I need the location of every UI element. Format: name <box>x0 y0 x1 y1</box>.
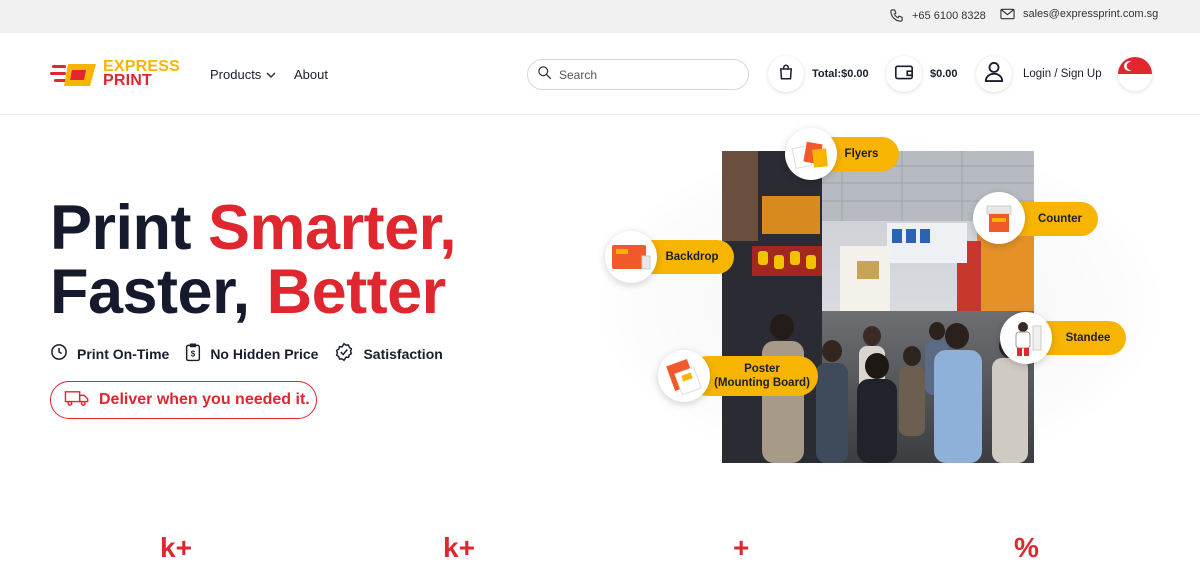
logo-word-print: PRINT <box>103 72 152 89</box>
shopping-bag-icon <box>777 63 795 86</box>
account-button[interactable] <box>976 56 1012 92</box>
cart-button[interactable] <box>768 56 804 92</box>
email-contact[interactable]: sales@expressprint.com.sg <box>1000 8 1158 20</box>
stat-customers-suffix: k+ <box>443 532 475 563</box>
feature-no-hidden-price: $ No Hidden Price <box>185 342 319 365</box>
logo-mark-icon <box>50 64 96 86</box>
wallet-amount[interactable]: $0.00 <box>930 68 958 80</box>
tag-backdrop-label: Backdrop <box>665 251 719 263</box>
feature-satisfaction: Satisfaction <box>334 342 443 365</box>
login-signup-link[interactable]: Login / Sign Up <box>1023 68 1102 80</box>
search-icon <box>537 65 552 85</box>
wallet-icon <box>894 63 914 86</box>
top-contact-bar: +65 6100 8328 sales@expressprint.com.sg <box>0 0 1200 33</box>
delivery-text: Deliver when you needed it. <box>99 391 310 408</box>
stat-satisfaction-suffix: % <box>1014 532 1039 563</box>
cart-total[interactable]: Total:$0.00 <box>812 68 869 80</box>
site-header: EXPRESS PRINT Products About Total:$0.00… <box>0 33 1200 115</box>
nav-products-label: Products <box>210 67 262 82</box>
feature-print-on-time: Print On-Time <box>50 343 169 364</box>
mail-icon <box>1000 8 1015 20</box>
backdrop-thumbnail-icon <box>605 231 657 283</box>
search-input[interactable] <box>559 67 729 82</box>
wallet-button[interactable] <box>886 56 922 92</box>
phone-contact[interactable]: +65 6100 8328 <box>889 8 986 23</box>
headline-print: Print <box>50 193 209 263</box>
express-print-logo[interactable]: EXPRESS PRINT <box>50 58 185 90</box>
phone-number: +65 6100 8328 <box>912 9 986 22</box>
verified-badge-icon <box>334 342 354 365</box>
chevron-down-icon <box>266 67 276 82</box>
feature-label: Print On-Time <box>77 345 170 362</box>
standee-thumbnail-icon <box>1000 312 1052 364</box>
delivery-truck-icon <box>64 390 90 411</box>
headline-better: Better <box>266 257 447 327</box>
tag-flyers-label: Flyers <box>844 148 879 160</box>
flyers-thumbnail-icon <box>785 128 837 180</box>
singapore-flag-icon[interactable] <box>1118 57 1152 91</box>
poster-thumbnail-icon <box>658 350 710 402</box>
email-address: sales@expressprint.com.sg <box>1023 8 1159 20</box>
nav-products[interactable]: Products <box>210 67 276 82</box>
headline-smarter: Smarter, <box>208 193 457 263</box>
feature-label: No Hidden Price <box>210 345 319 362</box>
phone-icon <box>889 8 904 23</box>
tag-poster-sublabel: (Mounting Board) <box>714 377 810 389</box>
nav-about[interactable]: About <box>294 67 328 82</box>
user-icon <box>984 61 1004 88</box>
headline-faster: Faster, <box>50 257 267 327</box>
feature-list: Print On-Time $ No Hidden Price Satisfac… <box>50 342 459 365</box>
search-bar[interactable] <box>527 59 749 90</box>
price-tag-icon: $ <box>185 342 201 365</box>
tag-poster-label: Poster <box>744 363 780 375</box>
feature-label: Satisfaction <box>363 345 443 362</box>
nav-about-label: About <box>294 67 328 82</box>
delivery-badge: Deliver when you needed it. <box>50 381 317 419</box>
svg-text:$: $ <box>191 349 196 358</box>
stat-products-suffix: + <box>733 532 750 563</box>
tag-counter-label: Counter <box>1037 213 1083 225</box>
hero-headline: Print Smarter, Faster, Better <box>50 193 457 327</box>
tag-standee-label: Standee <box>1065 332 1111 344</box>
stat-orders-suffix: k+ <box>160 532 192 563</box>
clock-icon <box>50 343 68 364</box>
counter-thumbnail-icon <box>973 192 1025 244</box>
